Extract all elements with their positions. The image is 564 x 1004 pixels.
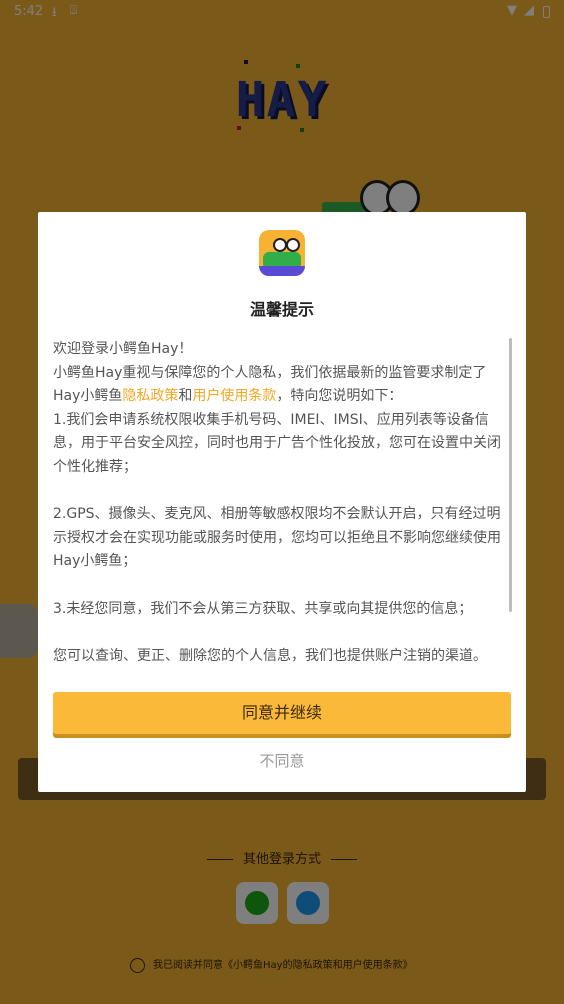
dialog-title: 温馨提示	[249, 300, 314, 319]
intro-line: 欢迎登录小鳄鱼Hay！	[53, 341, 193, 357]
point-2: 2.GPS、摄像头、麦克风、相册等敏感权限均不会默认开启，只有经过明示授权才会在…	[53, 506, 501, 570]
point-1: 1.我们会申请系统权限收集手机号码、IMEI、IMSI、应用列表等设备信息，用于…	[53, 411, 501, 475]
intro-paragraph: 小鳄鱼Hay重视与保障您的个人隐私，我们依据最新的监管要求制定了Hay小鳄鱼隐私…	[53, 364, 487, 405]
dialog-content[interactable]: 欢迎登录小鳄鱼Hay！ 小鳄鱼Hay重视与保障您的个人隐私，我们依据最新的监管要…	[53, 338, 509, 674]
privacy-dialog: 温馨提示 欢迎登录小鳄鱼Hay！ 小鳄鱼Hay重视与保障您的个人隐私，我们依据最…	[38, 212, 526, 792]
agree-continue-button[interactable]: 同意并继续	[53, 692, 511, 734]
disagree-button[interactable]: 不同意	[38, 750, 526, 771]
app-icon	[259, 230, 305, 276]
point-4: 您可以查询、更正、删除您的个人信息，我们也提供账户注销的渠道。	[53, 647, 487, 664]
content-scrollbar[interactable]	[509, 338, 512, 612]
point-3: 3.未经您同意，我们不会从第三方获取、共享或向其提供您的信息；	[53, 600, 473, 617]
privacy-policy-link[interactable]: 隐私政策	[122, 388, 178, 404]
terms-link[interactable]: 用户使用条款	[192, 388, 276, 404]
